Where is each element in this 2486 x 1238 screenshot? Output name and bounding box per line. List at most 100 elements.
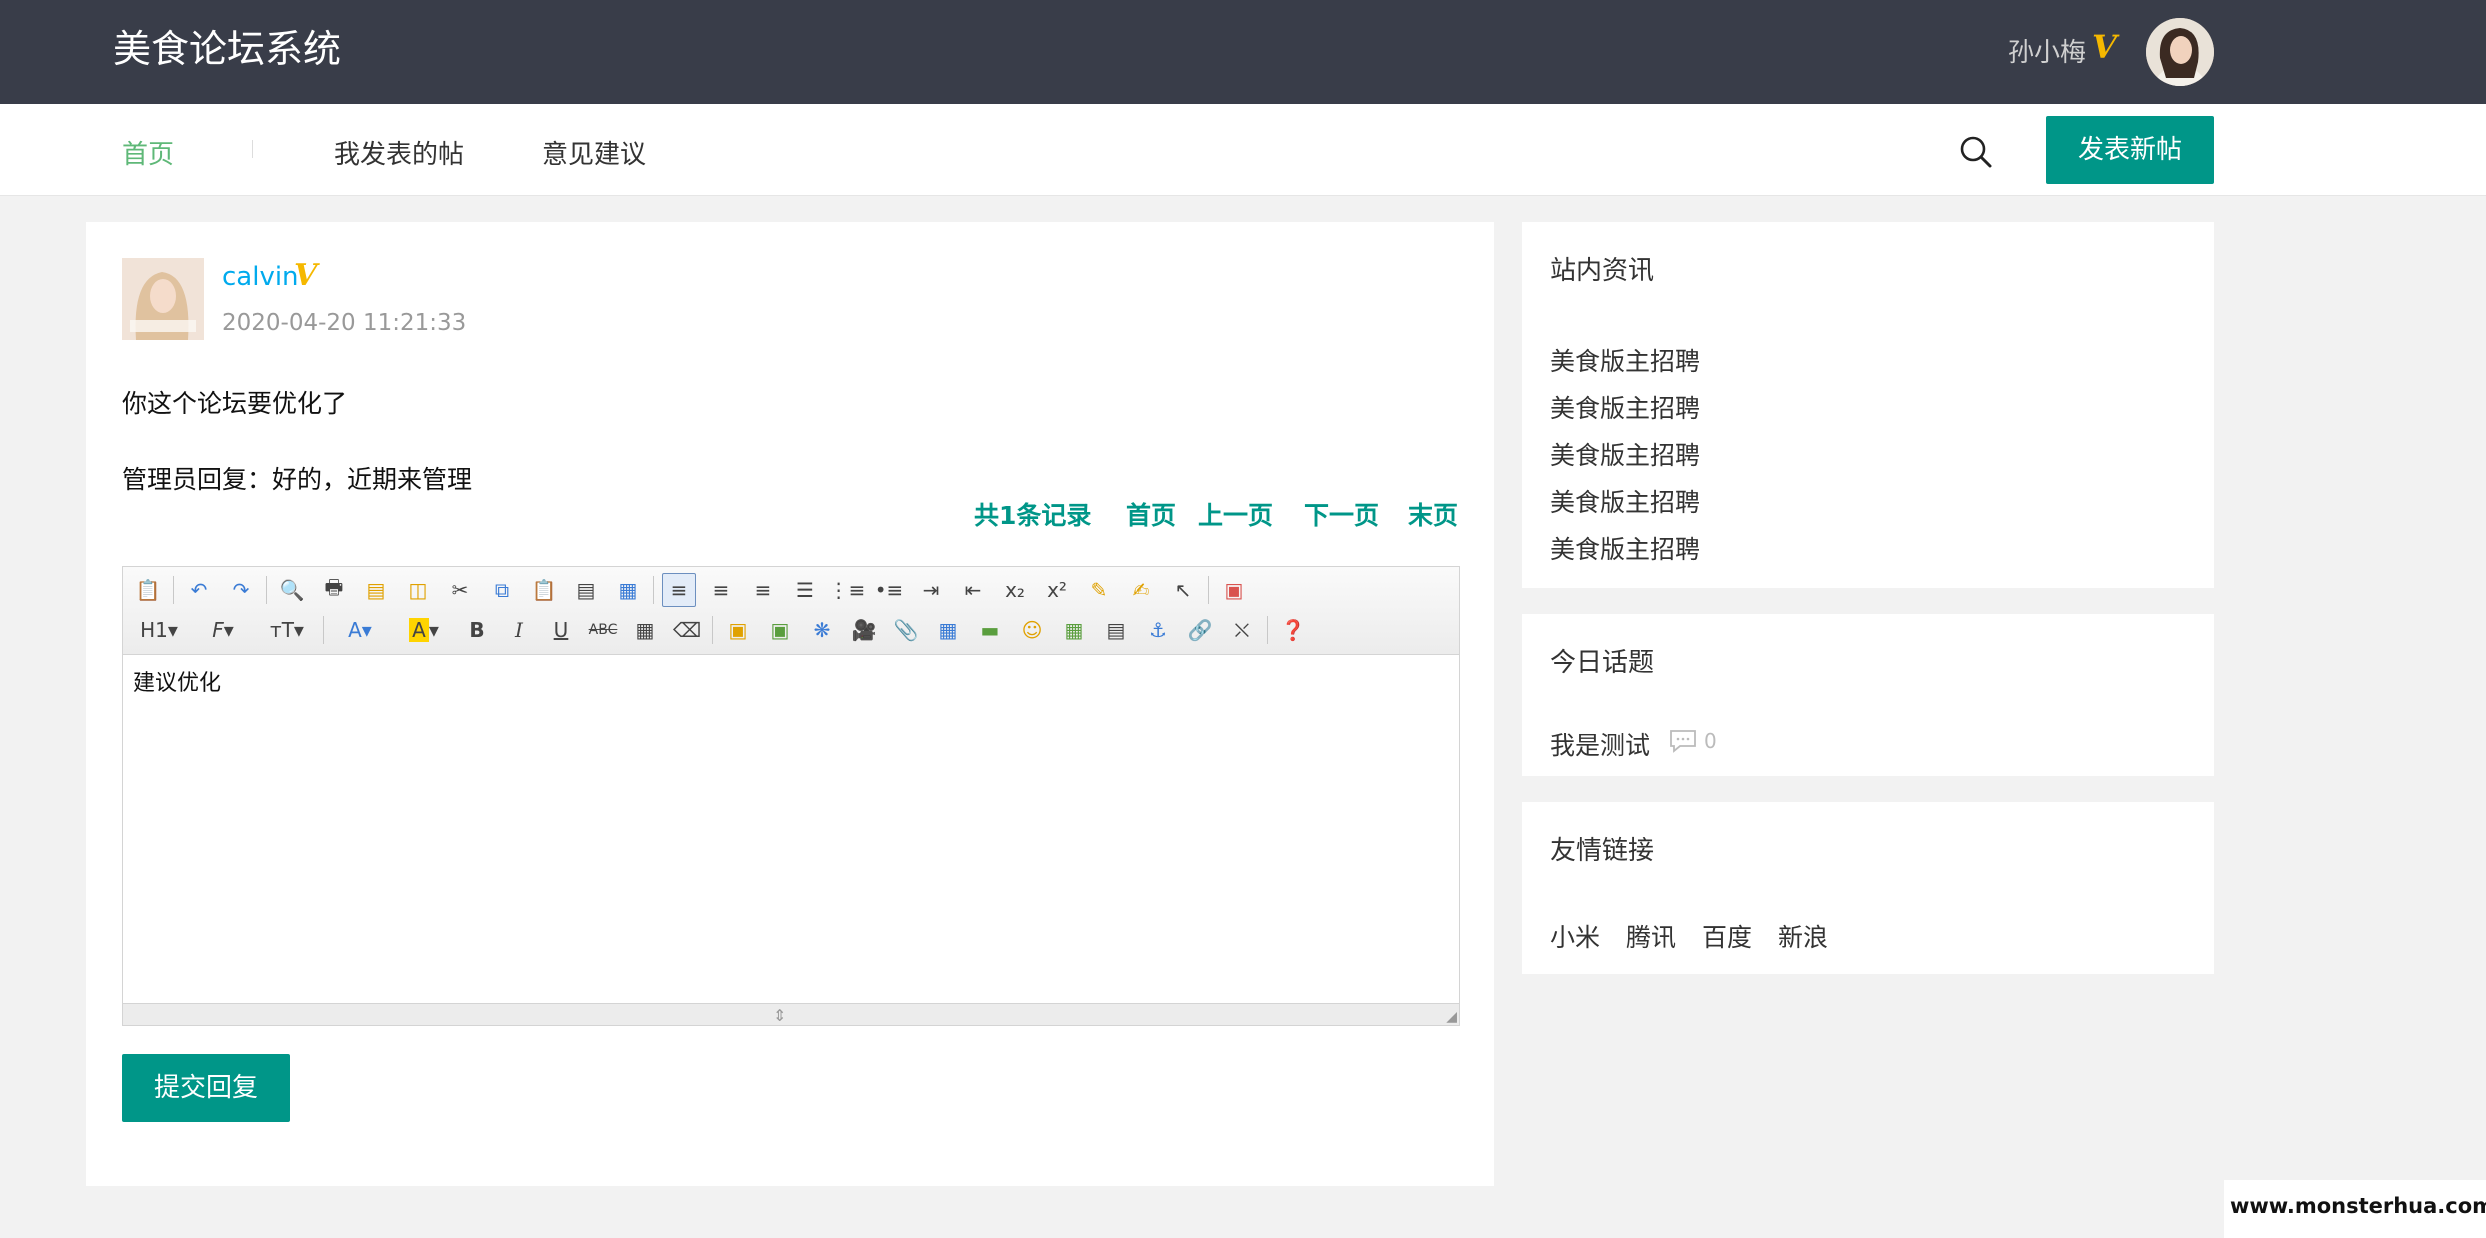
quick-format-icon[interactable]: ✍ — [1124, 573, 1158, 607]
news-item[interactable]: 美食版主招聘 — [1550, 479, 1700, 526]
current-user-name[interactable]: 孙小梅 — [2008, 32, 2086, 69]
topic-item[interactable]: 我是测试 — [1550, 726, 1650, 762]
underline-icon[interactable]: U — [544, 613, 578, 647]
strikethrough-icon[interactable]: ABC — [586, 613, 620, 647]
friend-link[interactable]: 小米 — [1550, 918, 1600, 954]
nav-suggestions[interactable]: 意见建议 — [542, 134, 646, 171]
paste-word-icon[interactable]: ▦ — [611, 573, 645, 607]
friend-link[interactable]: 新浪 — [1778, 918, 1828, 954]
unlink-icon[interactable]: ⛌ — [1225, 613, 1259, 647]
clear-format-icon[interactable]: ✎ — [1082, 573, 1116, 607]
news-item[interactable]: 美食版主招聘 — [1550, 385, 1700, 432]
emoticon-icon[interactable]: ☺ — [1015, 613, 1049, 647]
table-icon[interactable]: ▦ — [931, 613, 965, 647]
comment-icon — [1670, 730, 1696, 753]
select-all-icon[interactable]: ↖ — [1166, 573, 1200, 607]
post-detail-card: calvin V 2020-04-20 11:21:33 你这个论坛要优化了 管… — [86, 222, 1494, 1186]
page-break-icon[interactable]: ▤ — [1099, 613, 1133, 647]
nav-divider — [252, 140, 253, 158]
ordered-list-icon[interactable]: ⋮≡ — [829, 573, 866, 607]
friend-links-title: 友情链接 — [1550, 836, 1655, 866]
remove-format-icon[interactable]: ⌫ — [670, 613, 704, 647]
outdent-icon[interactable]: ⇤ — [956, 573, 990, 607]
unordered-list-icon[interactable]: •≡ — [872, 573, 906, 607]
pager-next[interactable]: 下一页 — [1304, 496, 1379, 532]
toolbar-separator — [712, 616, 713, 644]
align-right-icon[interactable]: ≡ — [746, 573, 780, 607]
search-icon[interactable] — [1956, 132, 1996, 172]
align-justify-icon[interactable]: ☰ — [788, 573, 822, 607]
font-family-icon[interactable]: F ▾ — [195, 613, 251, 647]
map-icon[interactable]: ▦ — [1057, 613, 1091, 647]
new-post-button[interactable]: 发表新帖 — [2046, 116, 2214, 184]
source-icon[interactable]: 📋 — [131, 573, 165, 607]
image-icon[interactable]: ▣ — [721, 613, 755, 647]
comment-count: 0 — [1704, 729, 1717, 753]
code-icon[interactable]: ◫ — [401, 573, 435, 607]
heading-icon[interactable]: H1▾ — [131, 613, 187, 647]
link-icon[interactable]: 🔗 — [1183, 613, 1217, 647]
submit-reply-button[interactable]: 提交回复 — [122, 1054, 290, 1122]
preview-icon[interactable]: 🔍 — [275, 573, 309, 607]
anchor-icon[interactable]: ⚓ — [1141, 613, 1175, 647]
bold-icon[interactable]: B — [460, 613, 494, 647]
horizontal-rule-icon[interactable]: ▬ — [973, 613, 1007, 647]
font-size-icon[interactable]: тT▾ — [259, 613, 315, 647]
friend-link[interactable]: 腾讯 — [1626, 918, 1676, 954]
align-center-icon[interactable]: ≡ — [704, 573, 738, 607]
cut-icon[interactable]: ✂ — [443, 573, 477, 607]
undo-icon[interactable]: ↶ — [182, 573, 216, 607]
today-topics-card: 今日话题 我是测试 0 — [1522, 614, 2214, 776]
toolbar-separator — [653, 576, 654, 604]
align-left-icon[interactable]: ≡ — [662, 573, 696, 607]
subscript-icon[interactable]: x₂ — [998, 573, 1032, 607]
italic-icon[interactable]: I — [502, 613, 536, 647]
pager-prev[interactable]: 上一页 — [1198, 496, 1273, 532]
site-news-title: 站内资讯 — [1550, 256, 1655, 286]
post-timestamp: 2020-04-20 11:21:33 — [222, 310, 467, 336]
toolbar-separator — [1267, 616, 1268, 644]
toolbar-row-2: H1▾ F ▾ тT▾ A▾ A ▾ B I U ABC ▦ ⌫ ▣ ▣ ❋ 🎥 📎… — [131, 611, 1318, 649]
flash-icon[interactable]: ❋ — [805, 613, 839, 647]
author-portrait-icon — [122, 258, 204, 340]
friend-link[interactable]: 百度 — [1702, 918, 1752, 954]
paste-plain-icon[interactable]: ▤ — [569, 573, 603, 607]
help-icon[interactable]: ❓ — [1276, 613, 1310, 647]
media-icon[interactable]: 🎥 — [847, 613, 881, 647]
editor-content-area[interactable]: 建议优化 — [123, 655, 1459, 1005]
top-header: 美食论坛系统 孙小梅 V — [0, 0, 2486, 104]
editor-footer: ⇕ ◢ — [123, 1003, 1459, 1025]
pager-first[interactable]: 首页 — [1126, 496, 1176, 532]
admin-reply: 管理员回复：好的，近期来管理 — [122, 465, 473, 494]
fullscreen-icon[interactable]: ▣ — [1217, 573, 1251, 607]
author-avatar[interactable] — [122, 258, 204, 340]
paste-icon[interactable]: 📋 — [527, 573, 561, 607]
resize-handle-icon[interactable]: ⇕ — [773, 1006, 786, 1025]
superscript-icon[interactable]: x² — [1040, 573, 1074, 607]
news-item[interactable]: 美食版主招聘 — [1550, 432, 1700, 479]
user-avatar[interactable] — [2146, 18, 2214, 86]
news-item[interactable]: 美食版主招聘 — [1550, 526, 1700, 573]
print-icon[interactable]: 🖶 — [317, 573, 351, 607]
copy-icon[interactable]: ⧉ — [485, 573, 519, 607]
template-icon[interactable]: ▤ — [359, 573, 393, 607]
line-height-icon[interactable]: ▦ — [628, 613, 662, 647]
indent-icon[interactable]: ⇥ — [914, 573, 948, 607]
news-item[interactable]: 美食版主招聘 — [1550, 338, 1700, 385]
nav-home[interactable]: 首页 — [122, 134, 174, 171]
post-author-name[interactable]: calvin — [222, 262, 299, 292]
main-nav: 首页 我发表的帖 意见建议 发表新帖 — [0, 104, 2486, 196]
toolbar-separator — [323, 616, 324, 644]
pager-last[interactable]: 末页 — [1408, 496, 1458, 532]
font-color-icon[interactable]: A▾ — [332, 613, 388, 647]
toolbar-row-1: 📋 ↶ ↷ 🔍 🖶 ▤ ◫ ✂ ⧉ 📋 ▤ ▦ ≡ ≡ ≡ ☰ ⋮≡ •≡ ⇥ … — [131, 571, 1259, 609]
multi-image-icon[interactable]: ▣ — [763, 613, 797, 647]
highlight-icon[interactable]: A ▾ — [396, 613, 452, 647]
site-logo[interactable]: 美食论坛系统 — [113, 18, 341, 73]
nav-my-posts[interactable]: 我发表的帖 — [334, 134, 464, 171]
redo-icon[interactable]: ↷ — [224, 573, 258, 607]
corner-grip-icon[interactable]: ◢ — [1446, 1009, 1457, 1025]
attachment-icon[interactable]: 📎 — [889, 613, 923, 647]
site-news-card: 站内资讯 美食版主招聘 美食版主招聘 美食版主招聘 美食版主招聘 美食版主招聘 — [1522, 222, 2214, 588]
editor-toolbar: 📋 ↶ ↷ 🔍 🖶 ▤ ◫ ✂ ⧉ 📋 ▤ ▦ ≡ ≡ ≡ ☰ ⋮≡ •≡ ⇥ … — [123, 567, 1459, 655]
